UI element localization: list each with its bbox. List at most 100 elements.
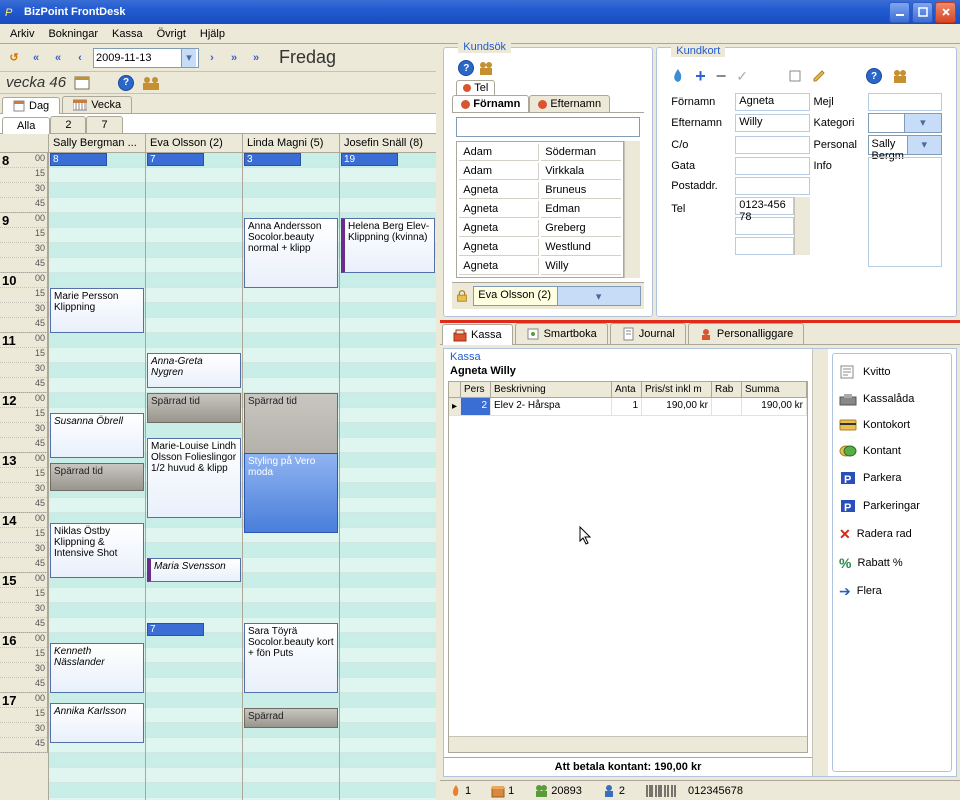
date-select[interactable]: 2009-11-13 ▾ [93,48,199,68]
appointment[interactable]: Anna Andersson Socolor.beauty normal + k… [244,218,338,288]
tab-kassa[interactable]: Kassa [442,324,513,345]
close-button[interactable] [935,2,956,23]
customer-row[interactable]: AdamSöderman [459,144,621,161]
side-kvitto[interactable]: Kvitto [837,358,947,386]
menu-arkiv[interactable]: Arkiv [4,26,40,42]
tab-2[interactable]: 2 [50,116,86,133]
customer-row[interactable]: AgnetaWilly [459,258,621,275]
customer-scrollbar[interactable] [624,141,640,278]
tab-alla[interactable]: Alla [2,117,50,134]
side-kassalada[interactable]: Kassalåda [837,386,947,412]
kassa-row[interactable]: ▸ 2 Elev 2- Hårspa 1 190,00 kr 190,00 kr [449,398,807,416]
tab-smartboka[interactable]: Smartboka [515,323,608,344]
fld-tel3[interactable] [735,237,793,255]
side-parkeringar[interactable]: PParkeringar [837,492,947,520]
fld-efternamn[interactable]: Willy [735,114,809,132]
tab-journal[interactable]: Journal [610,323,686,344]
date-dropdown-icon[interactable]: ▾ [181,49,196,67]
side-parkera[interactable]: PParkera [837,464,947,492]
fld-mejl[interactable] [868,93,942,111]
next-icon[interactable]: › [203,49,221,67]
tab-personalliggare[interactable]: Personalliggare [688,323,804,344]
fld-personal[interactable]: Sally Bergm▾ [868,135,942,155]
chip-col1[interactable]: 7 [147,153,204,166]
tab-tel[interactable]: Tel [456,80,495,96]
kk-add-icon[interactable]: + [695,66,706,87]
ks-help-icon[interactable]: ? [458,60,474,76]
reset-icon[interactable]: ↺ [5,49,23,67]
fld-info[interactable] [868,157,942,267]
customer-row[interactable]: AdamVirkkala [459,163,621,180]
customer-row[interactable]: AgnetaWestlund [459,239,621,256]
appointment[interactable]: Maria Svensson [147,558,241,582]
chip-col3[interactable]: 19 [341,153,398,166]
appointment[interactable]: Niklas Östby Klippning & Intensive Shot [50,523,144,578]
customer-row[interactable]: AgnetaGreberg [459,220,621,237]
fwd-fast-icon[interactable]: » [247,49,265,67]
people-icon[interactable] [142,76,160,90]
fwd-icon[interactable]: » [225,49,243,67]
kk-flame-icon[interactable] [671,68,685,84]
fld-fornamn[interactable]: Agneta [735,93,809,111]
kk-edit-icon[interactable] [812,69,826,83]
side-rabatt[interactable]: %Rabatt % [837,549,947,577]
lock-icon[interactable] [455,289,469,303]
menu-bokningar[interactable]: Bokningar [42,26,104,42]
tab-fornamn[interactable]: Förnamn [452,95,529,112]
col-3[interactable]: Josefin Snäll (8) [339,134,436,152]
fld-tel[interactable]: 0123-456 78 [735,197,793,215]
col-2[interactable]: Linda Magni (5) [242,134,339,152]
rewind-fast-icon[interactable]: « [27,49,45,67]
chip-col2[interactable]: 3 [244,153,301,166]
menu-ovrigt[interactable]: Övrigt [151,26,192,42]
appointment[interactable]: Spärrad tid [147,393,241,423]
minimize-button[interactable] [889,2,910,23]
col-0[interactable]: Sally Bergman ... [48,134,145,152]
fld-co[interactable] [735,136,809,154]
kassa-grid[interactable]: Pers Beskrivning Anta Pris/st inkl m Rab… [448,381,808,753]
side-radera[interactable]: ✕Radera rad [837,520,947,549]
appointment[interactable]: Anna-Greta Nygren [147,353,241,388]
calendar-mini-icon[interactable] [74,75,90,91]
rewind-icon[interactable]: « [49,49,67,67]
prev-icon[interactable]: ‹ [71,49,89,67]
tab-7[interactable]: 7 [86,116,122,133]
fld-gata[interactable] [735,157,809,175]
kk-minus-icon[interactable]: − [716,66,727,87]
col-1[interactable]: Eva Olsson (2) [145,134,242,152]
ks-people-icon[interactable] [478,61,494,75]
menu-hjalp[interactable]: Hjälp [194,26,231,42]
tab-dag[interactable]: Dag [2,97,60,114]
chip-col1b[interactable]: 7 [147,623,204,636]
side-flera[interactable]: ➔Flera [837,577,947,606]
customer-list[interactable]: AdamSöderman AdamVirkkala AgnetaBruneus Agn… [456,141,624,278]
maximize-button[interactable] [912,2,933,23]
search-input[interactable] [456,117,640,137]
kk-check-icon[interactable]: ✓ [736,68,748,85]
personal-dropdown-icon[interactable]: ▾ [907,136,941,154]
fld-kategori[interactable]: ▾ [868,113,942,133]
kk-note-icon[interactable] [788,69,802,83]
staff-dropdown-icon[interactable]: ▾ [557,287,640,305]
staff-select[interactable]: Eva Olsson (2) ▾ [473,286,641,306]
customer-row[interactable]: AgnetaBruneus [459,182,621,199]
appointment[interactable]: Sara Töyrä Socolor.beauty kort + fön Put… [244,623,338,693]
kassa-scrollbar[interactable] [812,349,828,776]
tel-scrollbar[interactable] [794,197,810,255]
chip-col0[interactable]: 8 [50,153,107,166]
menu-kassa[interactable]: Kassa [106,26,149,42]
appointment[interactable]: Styling på Vero moda [244,453,338,533]
fld-postaddr[interactable] [735,177,809,195]
appointment[interactable]: Helena Berg Elev-Klippning (kvinna) [341,218,435,273]
calendar-grid[interactable]: 8001530459001530451000153045110015304512… [0,153,436,800]
tab-efternamn[interactable]: Efternamn [529,95,610,112]
appointment[interactable]: Marie Persson Klippning [50,288,144,333]
customer-row[interactable]: AgnetaEdman [459,201,621,218]
appointment[interactable]: Spärrad [244,708,338,728]
side-kontant[interactable]: Kontant [837,438,947,464]
appointment[interactable]: Annika Karlsson [50,703,144,743]
appointment[interactable]: Spärrad tid [50,463,144,491]
help-icon[interactable]: ? [118,75,134,91]
appointment[interactable]: Kenneth Nässlander [50,643,144,693]
appointment[interactable]: Marie-Louise Lindh Olsson Folieslingor 1… [147,438,241,518]
